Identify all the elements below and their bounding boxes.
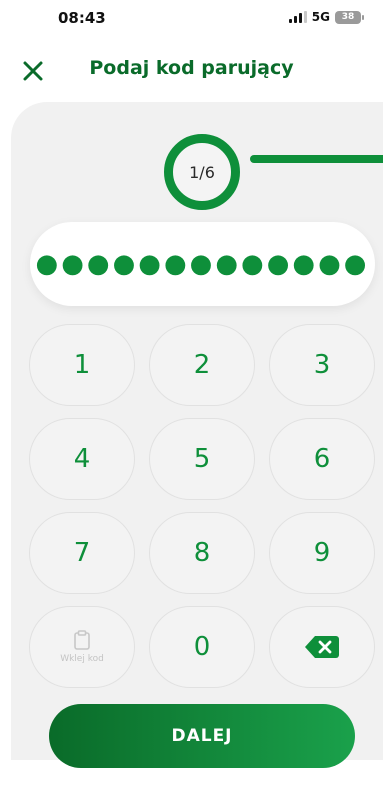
paste-code-button[interactable]: Wklej kod <box>29 606 135 688</box>
key-digit: 2 <box>193 350 211 380</box>
key-digit: 4 <box>73 444 91 474</box>
status-time: 08:43 <box>58 9 106 27</box>
network-label: 5G <box>311 10 330 24</box>
key-digit: 1 <box>73 350 91 380</box>
next-button[interactable]: DALEJ <box>49 704 355 768</box>
pairing-code-field[interactable]: ●●●●●●●●●●●●● <box>30 222 375 306</box>
key-7[interactable]: 7 <box>29 512 135 594</box>
key-5[interactable]: 5 <box>149 418 255 500</box>
key-9[interactable]: 9 <box>269 512 375 594</box>
battery-icon: 38 <box>335 10 364 24</box>
page-title: Podaj kod parujący <box>89 57 294 79</box>
key-1[interactable]: 1 <box>29 324 135 406</box>
key-3[interactable]: 3 <box>269 324 375 406</box>
battery-level: 38 <box>341 12 355 22</box>
step-label: 1/6 <box>189 162 215 182</box>
key-digit: 9 <box>313 538 331 568</box>
key-digit: 5 <box>193 444 211 474</box>
key-6[interactable]: 6 <box>269 418 375 500</box>
progress-line <box>250 155 383 163</box>
key-8[interactable]: 8 <box>149 512 255 594</box>
key-4[interactable]: 4 <box>29 418 135 500</box>
backspace-icon <box>305 636 339 658</box>
backspace-button[interactable] <box>269 606 375 688</box>
key-digit: 8 <box>193 538 211 568</box>
next-button-label: DALEJ <box>171 726 233 746</box>
status-bar: 08:43 5G 38 <box>0 0 383 38</box>
step-indicator: 1/6 <box>164 134 240 210</box>
header: Podaj kod parujący <box>0 48 383 96</box>
key-2[interactable]: 2 <box>149 324 255 406</box>
key-digit: 0 <box>193 632 211 662</box>
key-digit: 6 <box>313 444 331 474</box>
key-0[interactable]: 0 <box>149 606 255 688</box>
key-digit: 3 <box>313 350 331 380</box>
signal-icon <box>288 11 307 23</box>
clipboard-icon <box>74 630 90 650</box>
pairing-code-value: ●●●●●●●●●●●●● <box>35 249 370 279</box>
paste-code-label: Wklej kod <box>60 654 104 664</box>
status-indicators: 5G 38 <box>288 10 364 24</box>
key-digit: 7 <box>73 538 91 568</box>
